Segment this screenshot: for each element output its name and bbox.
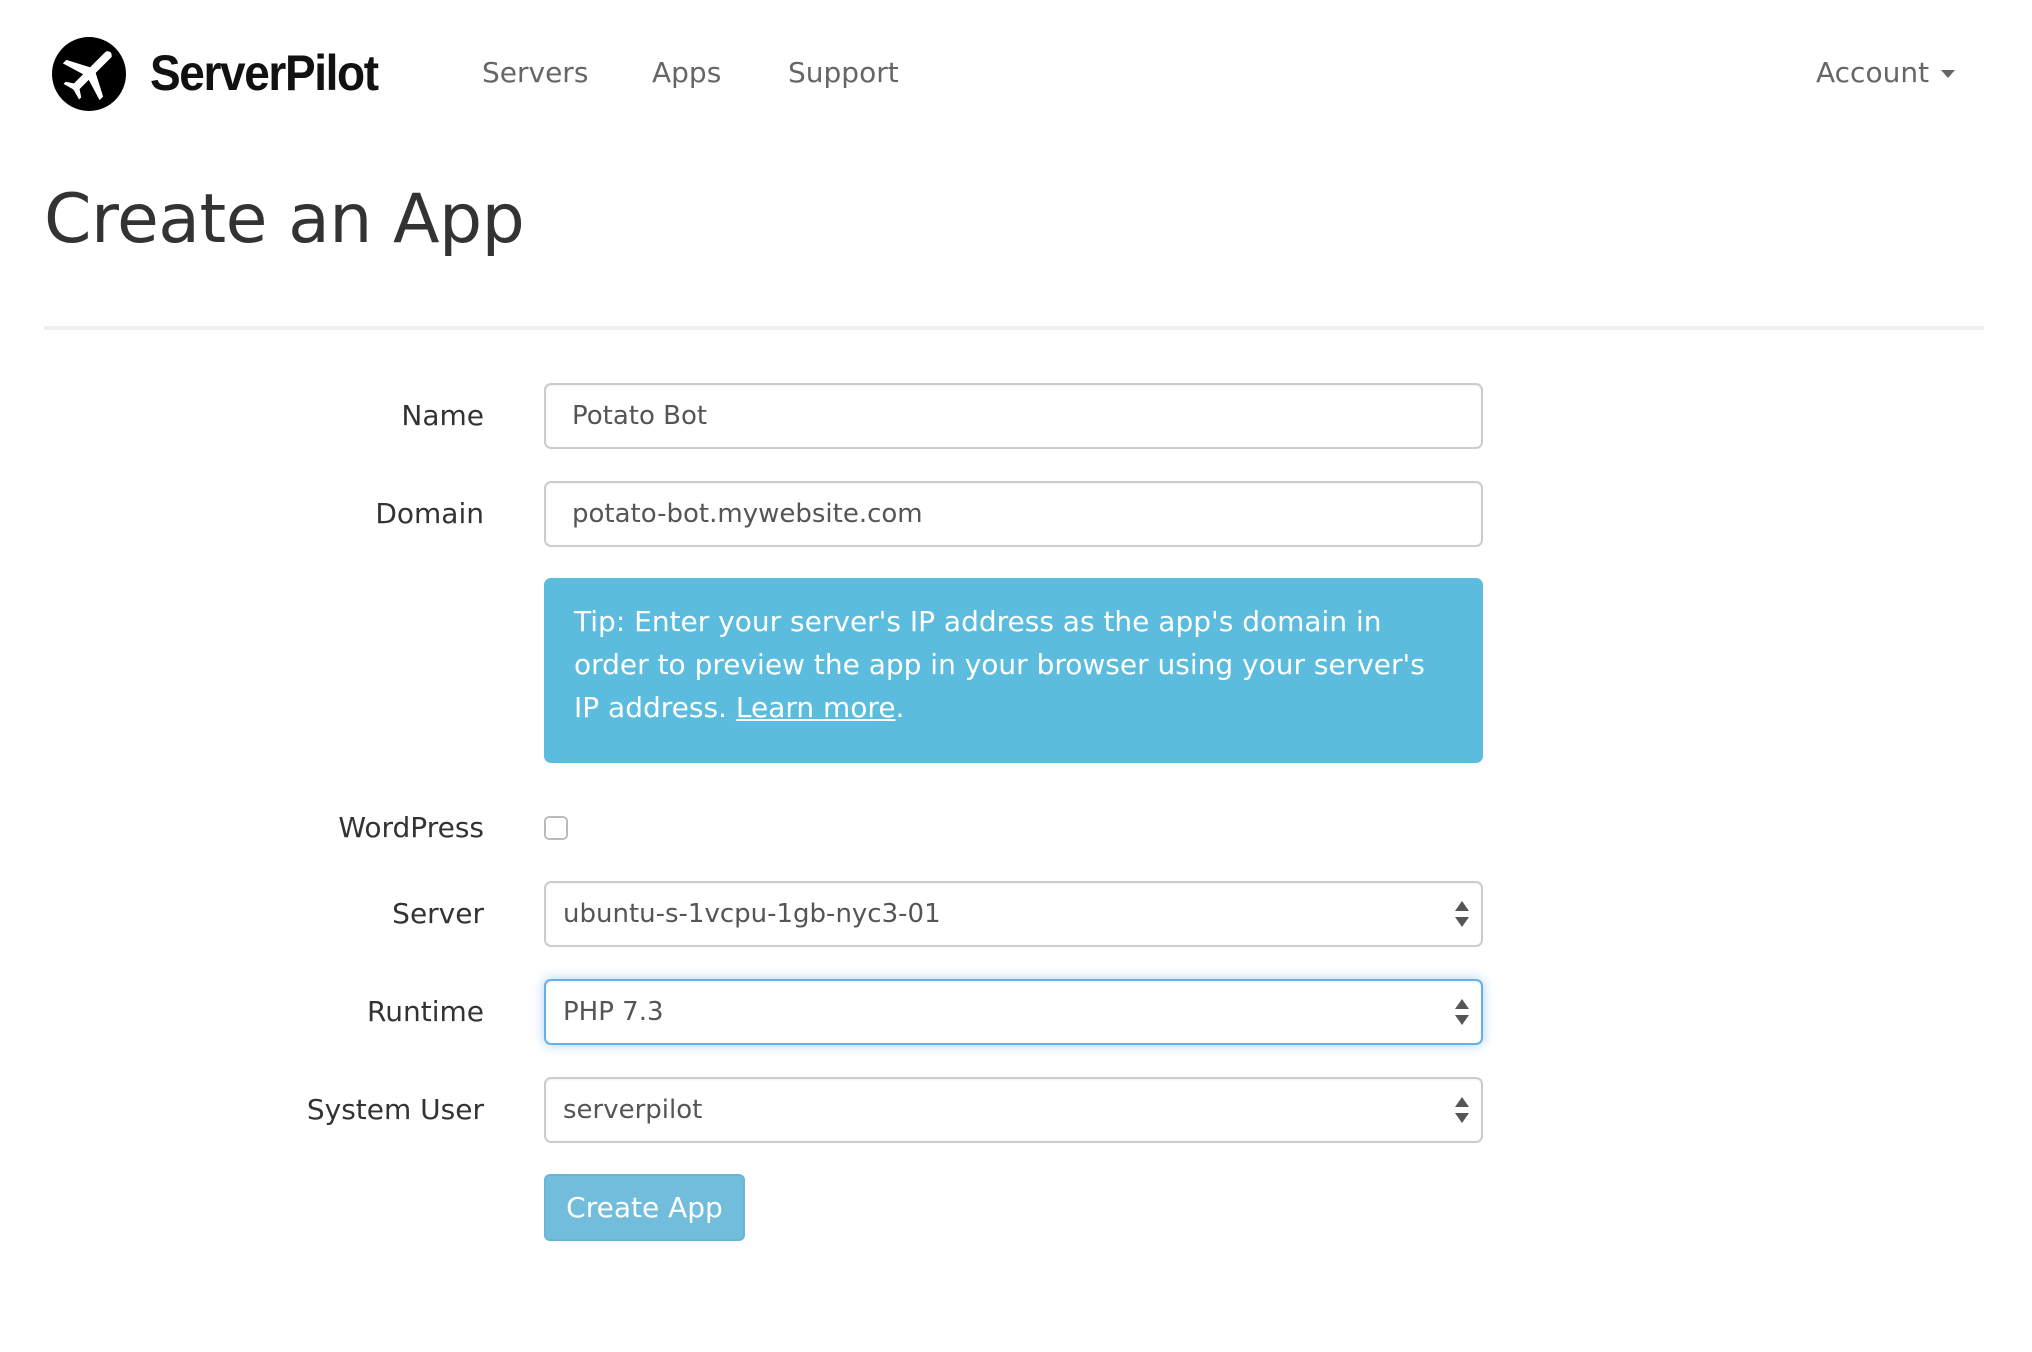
server-label: Server <box>392 897 484 930</box>
nav-servers[interactable]: Servers <box>482 50 588 96</box>
runtime-select[interactable]: PHP 7.3 <box>544 979 1483 1045</box>
name-label: Name <box>401 399 484 432</box>
nav-apps[interactable]: Apps <box>652 50 721 96</box>
tip-text: Tip: Enter your server's IP address as t… <box>574 605 1425 724</box>
learn-more-link[interactable]: Learn more <box>736 691 896 724</box>
account-label: Account <box>1816 56 1930 89</box>
system-user-label: System User <box>306 1093 484 1126</box>
server-select[interactable]: ubuntu-s-1vcpu-1gb-nyc3-01 <box>544 881 1483 947</box>
system-user-select-value: serverpilot <box>563 1095 703 1125</box>
create-app-button[interactable]: Create App <box>544 1174 745 1241</box>
runtime-label: Runtime <box>367 995 484 1028</box>
domain-tip-alert: Tip: Enter your server's IP address as t… <box>544 578 1483 763</box>
nav-support[interactable]: Support <box>788 50 899 96</box>
name-input[interactable] <box>544 383 1483 449</box>
divider <box>44 326 1984 330</box>
select-updown-icon <box>1455 901 1469 927</box>
runtime-select-value: PHP 7.3 <box>563 997 664 1027</box>
wordpress-label: WordPress <box>338 811 484 844</box>
page-title: Create an App <box>44 180 525 259</box>
caret-down-icon <box>1941 70 1956 78</box>
server-select-value: ubuntu-s-1vcpu-1gb-nyc3-01 <box>563 899 941 929</box>
system-user-select[interactable]: serverpilot <box>544 1077 1483 1143</box>
wordpress-checkbox[interactable] <box>544 816 568 840</box>
select-updown-icon <box>1455 1097 1469 1123</box>
brand-name[interactable]: ServerPilot <box>150 40 379 106</box>
domain-input[interactable] <box>544 481 1483 547</box>
tip-suffix: . <box>895 691 905 724</box>
select-updown-icon <box>1455 999 1469 1025</box>
domain-label: Domain <box>375 497 484 530</box>
account-menu[interactable]: Account <box>1816 50 1956 96</box>
serverpilot-logo-icon[interactable] <box>51 36 127 112</box>
